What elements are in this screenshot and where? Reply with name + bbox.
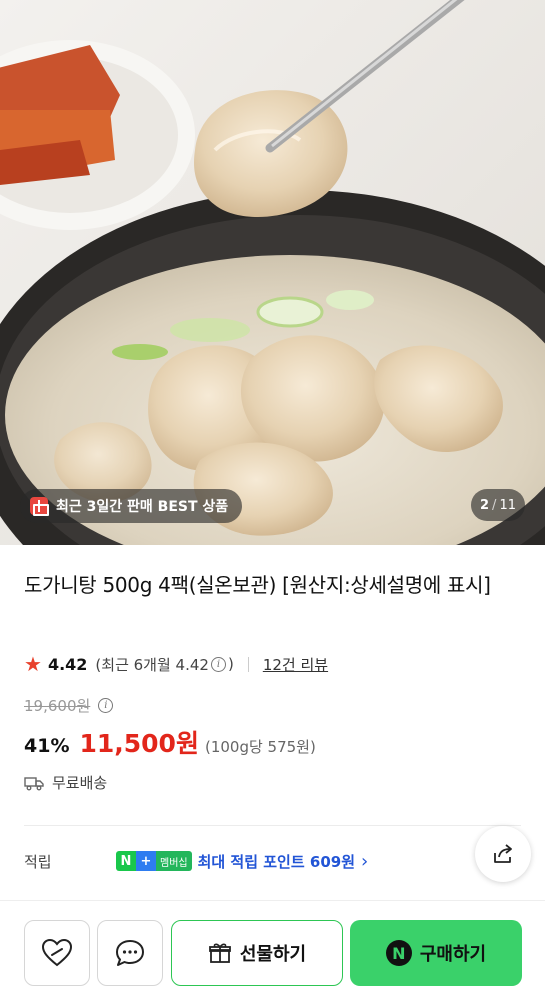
image-counter-total: 11 — [499, 497, 516, 513]
image-counter: 2 / 11 — [471, 489, 525, 521]
original-price: 19,600원 — [24, 697, 91, 715]
shipping-text: 무료배송 — [52, 774, 108, 792]
max-points-text: 최대 적립 포인트 609원 — [197, 852, 355, 871]
share-button[interactable] — [475, 826, 531, 882]
recent-rating-text: (최근 6개월 4.42 — [95, 655, 209, 674]
unit-price: (100g당 575원) — [204, 738, 316, 756]
share-icon — [494, 844, 512, 863]
bottom-action-bar: 선물하기 N 구매하기 — [0, 900, 545, 1000]
buy-button-label: 구매하기 — [419, 944, 487, 965]
wishlist-button[interactable] — [24, 920, 90, 986]
star-icon: ★ — [24, 652, 42, 676]
gift-icon — [30, 497, 49, 516]
buy-button[interactable]: N 구매하기 — [350, 920, 522, 986]
truck-icon — [24, 776, 44, 790]
naver-membership-badge: N + 멤버십 — [116, 851, 192, 871]
review-count-link[interactable]: 12건 리뷰 — [263, 654, 328, 675]
sale-price: 11,500원 — [79, 729, 199, 758]
image-counter-separator: / — [492, 497, 497, 513]
chevron-right-icon: › — [361, 850, 369, 872]
gift-button[interactable]: 선물하기 — [171, 920, 343, 986]
naver-pay-icon: N — [385, 940, 412, 966]
divider — [247, 656, 249, 672]
chat-bubble-icon — [116, 940, 144, 966]
recent-rating-close: ) — [227, 655, 234, 673]
heart-icon — [41, 938, 73, 967]
points-row[interactable]: 적립 N + 멤버십 최대 적립 포인트 609원 › — [24, 848, 434, 874]
rating-value: 4.42 — [47, 654, 88, 674]
recent-rating: (최근 6개월 4.42 i ) — [95, 654, 233, 675]
info-icon[interactable]: i — [210, 656, 226, 672]
price-info-icon[interactable]: i — [98, 698, 114, 713]
membership-label: 멤버십 — [156, 851, 192, 871]
image-counter-current: 2 — [480, 497, 490, 513]
product-image-carousel[interactable]: 최근 3일간 판매 BEST 상품 2 / 11 — [0, 0, 545, 545]
sale-price-row: 41% 11,500원 (100g당 575원) — [24, 724, 316, 760]
points-label: 적립 — [24, 852, 52, 871]
original-price-row: 19,600원 i — [24, 695, 115, 716]
section-divider — [24, 825, 521, 826]
product-title: 도가니탕 500g 4팩(실온보관) [원산지:상세설명에 표시] — [24, 573, 491, 597]
naver-n-icon: N — [116, 851, 136, 871]
best-seller-badge: 최근 3일간 판매 BEST 상품 — [20, 489, 243, 523]
shipping-row: 무료배송 — [24, 772, 107, 793]
gift-button-label: 선물하기 — [239, 944, 307, 965]
plus-icon: + — [136, 851, 156, 871]
discount-rate: 41% — [24, 735, 70, 757]
rating-row: ★ 4.42 (최근 6개월 4.42 i ) 12건 리뷰 — [24, 652, 328, 676]
gift-box-icon — [208, 943, 231, 963]
talk-talk-button[interactable] — [97, 920, 163, 986]
best-seller-text: 최근 3일간 판매 BEST 상품 — [56, 499, 229, 515]
product-photo — [0, 0, 545, 545]
